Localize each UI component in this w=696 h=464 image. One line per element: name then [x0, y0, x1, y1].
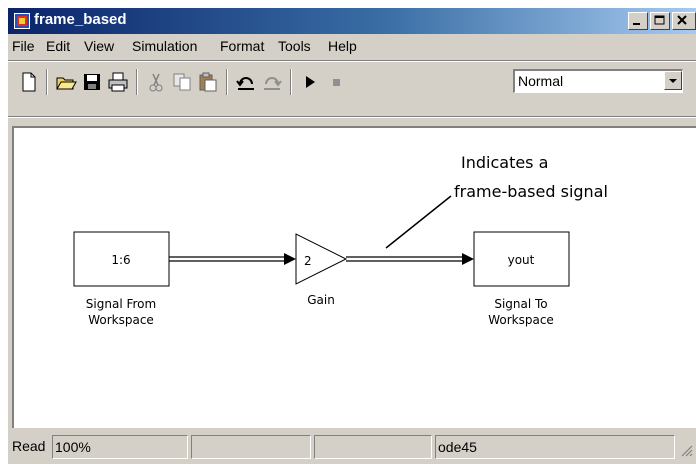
source-block-value: 1:6: [111, 253, 130, 267]
status-ready: Read: [12, 438, 46, 454]
cut-icon[interactable]: [145, 71, 167, 93]
save-icon[interactable]: [81, 71, 103, 93]
simulation-mode-select[interactable]: Normal: [513, 69, 683, 93]
status-bar: Read 100% ode45: [8, 432, 696, 464]
minimize-button[interactable]: [628, 12, 648, 30]
menu-view[interactable]: View: [84, 38, 114, 54]
copy-icon[interactable]: [171, 71, 193, 93]
window-title: frame_based: [34, 11, 127, 28]
gain-block-label: Gain: [307, 293, 335, 307]
sink-block-value: yout: [508, 253, 535, 267]
undo-icon[interactable]: [235, 71, 257, 93]
stop-simulation-icon[interactable]: [325, 71, 347, 93]
arrowhead: [284, 253, 296, 265]
close-button[interactable]: [672, 12, 696, 30]
status-solver: ode45: [435, 435, 675, 459]
status-zoom: 100%: [52, 435, 188, 459]
menu-simulation[interactable]: Simulation: [132, 38, 197, 54]
status-empty-2: [314, 435, 432, 459]
block-diagram: 1:6 Signal From Workspace 2 Gain yout Si…: [73, 153, 608, 327]
redo-icon[interactable]: [261, 71, 283, 93]
menu-file[interactable]: File: [12, 38, 35, 54]
menu-format[interactable]: Format: [220, 38, 264, 54]
title-bar[interactable]: frame_based: [8, 8, 696, 34]
annotation-pointer-line: [385, 195, 452, 249]
paste-icon[interactable]: [197, 71, 219, 93]
menu-toolbar-divider: [8, 60, 696, 62]
simulink-model-window: frame_based File Edit View Simulation Fo…: [8, 8, 696, 464]
menu-help[interactable]: Help: [328, 38, 357, 54]
resize-grip-icon[interactable]: [678, 442, 694, 458]
toolbar-separator: [290, 69, 292, 95]
model-canvas[interactable]: 1:6 Signal From Workspace 2 Gain yout Si…: [12, 126, 696, 428]
annotation-line-1: Indicates a: [461, 153, 548, 172]
open-folder-icon[interactable]: [55, 71, 77, 93]
status-empty-1: [191, 435, 311, 459]
source-block-label-1: Signal From: [86, 297, 156, 311]
simulation-mode-dropdown-button[interactable]: [664, 71, 682, 90]
sink-block-label-1: Signal To: [494, 297, 547, 311]
arrowhead: [462, 253, 474, 265]
toolbar-separator: [46, 69, 48, 95]
close-icon: [677, 15, 687, 25]
toolbar-separator: [136, 69, 138, 95]
source-block-label-2: Workspace: [88, 313, 154, 327]
minimize-icon: [633, 23, 640, 25]
maximize-button[interactable]: [650, 12, 670, 30]
print-icon[interactable]: [107, 71, 129, 93]
sink-block-label-2: Workspace: [488, 313, 554, 327]
menu-tools[interactable]: Tools: [278, 38, 311, 54]
menu-edit[interactable]: Edit: [46, 38, 70, 54]
chevron-down-icon: [669, 79, 677, 83]
toolbar: Normal: [8, 63, 696, 103]
start-simulation-icon[interactable]: [299, 71, 321, 93]
new-file-icon[interactable]: [18, 71, 40, 93]
gain-block-value: 2: [304, 254, 312, 268]
menu-bar: File Edit View Simulation Format Tools H…: [8, 35, 696, 59]
toolbar-canvas-divider: [8, 116, 696, 118]
annotation-line-2: frame-based signal: [454, 182, 608, 201]
simulink-app-icon: [14, 13, 30, 29]
toolbar-separator: [226, 69, 228, 95]
simulation-mode-value: Normal: [518, 73, 564, 89]
maximize-icon: [654, 15, 665, 25]
